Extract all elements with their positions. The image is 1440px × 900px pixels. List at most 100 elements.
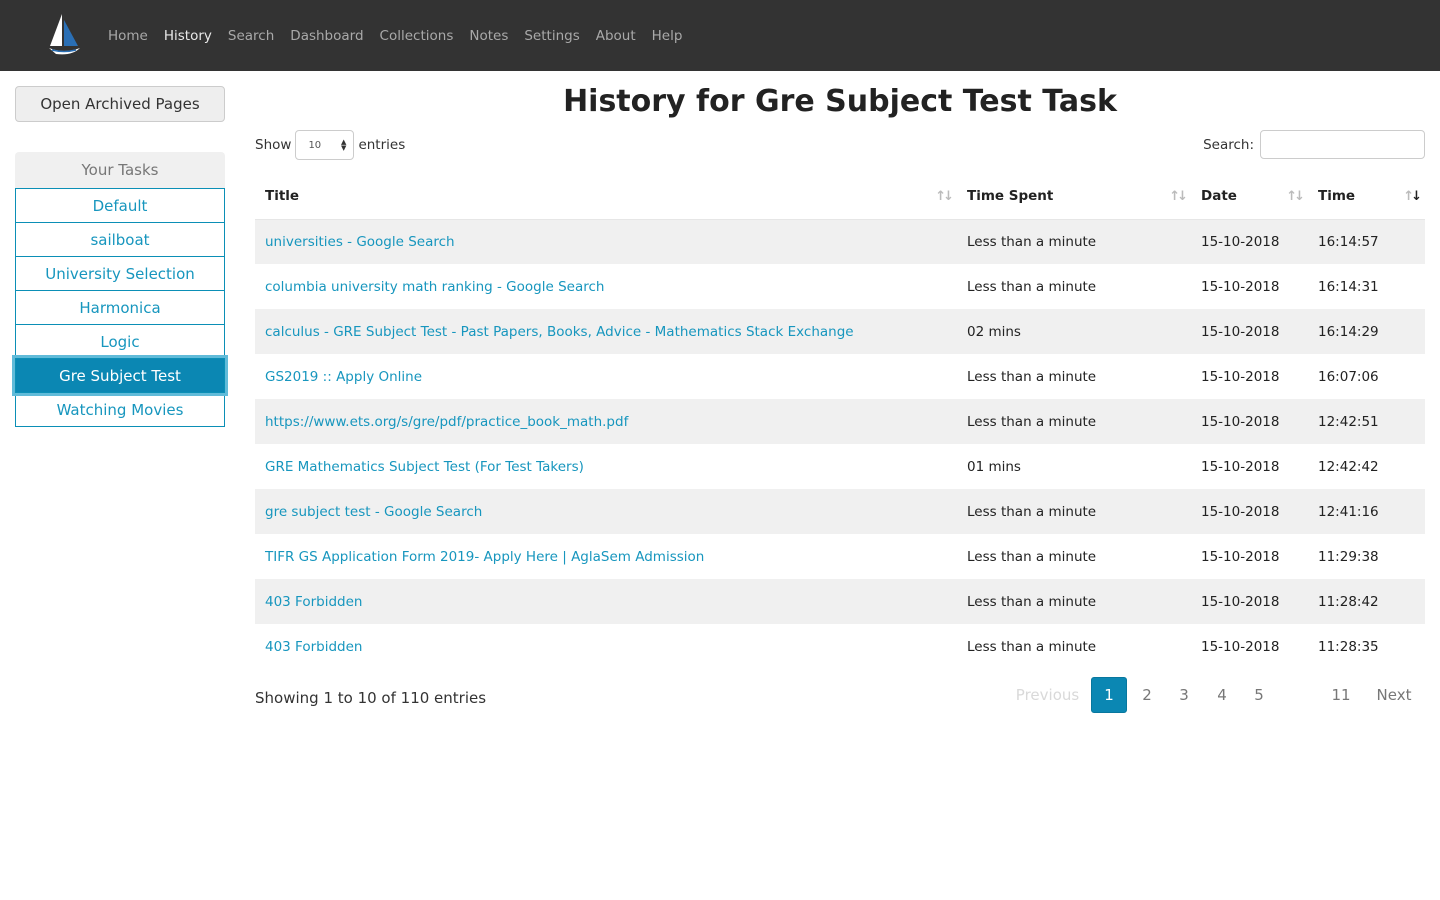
task-item-logic[interactable]: Logic — [15, 324, 225, 359]
table-row: calculus - GRE Subject Test - Past Paper… — [255, 309, 1425, 354]
date-cell: 15-10-2018 — [1191, 579, 1308, 624]
sort-descending-icon: ↑↓ — [1403, 189, 1422, 204]
time-cell: 12:42:51 — [1308, 399, 1425, 444]
time-cell: 12:42:42 — [1318, 458, 1379, 475]
nav-home[interactable]: Home — [100, 28, 156, 44]
sort-icon: ↑↓ — [935, 189, 954, 204]
time-spent-cell: Less than a minute — [967, 638, 1097, 655]
page-title-link[interactable]: universities - Google Search — [255, 219, 957, 264]
search-label: Search: — [1203, 136, 1254, 153]
table-row: TIFR GS Application Form 2019- Apply Her… — [255, 534, 1425, 579]
time-cell: 11:28:42 — [1308, 579, 1425, 624]
pagination-page-2[interactable]: 2 — [1129, 677, 1165, 713]
page-title-link[interactable]: https://www.ets.org/s/gre/pdf/practice_b… — [255, 399, 957, 444]
table-info: Showing 1 to 10 of 110 entries — [255, 689, 487, 707]
table-row: columbia university math ranking - Googl… — [255, 264, 1425, 309]
page-title-link[interactable]: 403 Forbidden — [255, 579, 957, 624]
date-cell: 15-10-2018 — [1191, 309, 1308, 354]
pagination-page-1[interactable]: 1 — [1091, 677, 1127, 713]
nav-notes[interactable]: Notes — [461, 28, 516, 44]
table-body: universities - Google Search Less than a… — [255, 219, 1425, 669]
time-spent-cell: Less than a minute — [957, 219, 1191, 264]
sort-icon: ↑↓ — [1286, 189, 1305, 204]
pagination-next[interactable]: Next — [1370, 677, 1418, 713]
table-row: 403 Forbidden Less than a minute 15-10-2… — [255, 579, 1425, 624]
table-header-row: Title ↑↓ Time Spent ↑↓ Date ↑↓ Time ↑↓ — [255, 174, 1425, 220]
pagination-page-3[interactable]: 3 — [1166, 677, 1202, 713]
time-spent-cell: Less than a minute — [957, 489, 1191, 534]
nav-about[interactable]: About — [588, 28, 644, 44]
page-title-link[interactable]: calculus - GRE Subject Test - Past Paper… — [255, 309, 957, 354]
time-spent-cell: Less than a minute — [957, 579, 1191, 624]
page-title-link[interactable]: columbia university math ranking - Googl… — [255, 264, 957, 309]
column-header-date[interactable]: Date ↑↓ — [1191, 174, 1308, 220]
date-cell: 15-10-2018 — [1201, 548, 1280, 565]
time-cell: 16:14:29 — [1308, 309, 1425, 354]
table-row: https://www.ets.org/s/gre/pdf/practice_b… — [255, 399, 1425, 444]
date-cell: 15-10-2018 — [1191, 219, 1308, 264]
pagination-previous[interactable]: Previous — [1010, 677, 1085, 713]
pagination-page-4[interactable]: 4 — [1204, 677, 1240, 713]
page-title-link[interactable]: TIFR GS Application Form 2019- Apply Her… — [255, 534, 957, 579]
task-item-university-selection[interactable]: University Selection — [15, 256, 225, 291]
entries-label: entries — [358, 137, 406, 153]
time-spent-cell: Less than a minute — [957, 399, 1191, 444]
nav-dashboard[interactable]: Dashboard — [282, 28, 371, 44]
column-header-time-spent[interactable]: Time Spent ↑↓ — [957, 174, 1191, 220]
table-row: 403 Forbidden Less than a minute 15-10-2… — [255, 624, 1425, 669]
time-spent-cell: Less than a minute — [967, 368, 1097, 385]
pagination-page-11[interactable]: 11 — [1322, 677, 1360, 713]
task-item-watching-movies[interactable]: Watching Movies — [15, 392, 225, 427]
nav-settings[interactable]: Settings — [516, 28, 587, 44]
time-spent-cell: Less than a minute — [967, 278, 1097, 295]
table-row: GRE Mathematics Subject Test (For Test T… — [255, 444, 1425, 489]
search-input[interactable] — [1260, 130, 1425, 159]
time-cell: 16:14:31 — [1318, 278, 1379, 295]
your-tasks-header: Your Tasks — [15, 152, 225, 188]
time-spent-cell: 01 mins — [967, 458, 1021, 475]
sailboat-logo-icon[interactable] — [46, 12, 82, 56]
page-title: History for Gre Subject Test Task — [563, 84, 1117, 119]
page-title-link[interactable]: gre subject test - Google Search — [255, 489, 957, 534]
task-list: Default sailboat University Selection Ha… — [15, 188, 225, 427]
date-cell: 15-10-2018 — [1191, 489, 1308, 534]
task-item-gre-subject-test[interactable]: Gre Subject Test — [15, 358, 225, 393]
top-navbar: Home History Search Dashboard Collection… — [0, 0, 1440, 71]
select-arrows-icon: ▲ ▼ — [341, 138, 347, 152]
nav-history[interactable]: History — [156, 28, 220, 44]
table-row: gre subject test - Google Search Less th… — [255, 489, 1425, 534]
nav-help[interactable]: Help — [644, 28, 691, 44]
date-cell: 15-10-2018 — [1201, 458, 1280, 475]
date-cell: 15-10-2018 — [1201, 638, 1280, 655]
task-item-default[interactable]: Default — [15, 188, 225, 223]
nav-collections[interactable]: Collections — [372, 28, 462, 44]
column-header-title[interactable]: Title ↑↓ — [255, 174, 957, 220]
table-row: universities - Google Search Less than a… — [255, 219, 1425, 264]
show-label: Show — [255, 137, 292, 153]
entries-select-value: 10 — [308, 139, 322, 151]
time-cell: 11:29:38 — [1318, 548, 1379, 565]
entries-per-page-select[interactable]: 10 ▲ ▼ — [295, 130, 355, 160]
pagination-ellipsis: … — [1290, 686, 1306, 704]
page-title-link[interactable]: GRE Mathematics Subject Test (For Test T… — [255, 444, 957, 489]
column-header-time[interactable]: Time ↑↓ — [1308, 174, 1425, 220]
open-archived-pages-button[interactable]: Open Archived Pages — [15, 86, 225, 122]
time-cell: 12:41:16 — [1308, 489, 1425, 534]
date-cell: 15-10-2018 — [1201, 368, 1280, 385]
time-spent-cell: 02 mins — [957, 309, 1191, 354]
time-spent-cell: Less than a minute — [967, 548, 1097, 565]
nav-search[interactable]: Search — [220, 28, 282, 44]
sort-icon: ↑↓ — [1169, 189, 1188, 204]
task-item-harmonica[interactable]: Harmonica — [15, 290, 225, 325]
date-cell: 15-10-2018 — [1201, 278, 1280, 295]
entries-length-control: Show 10 ▲ ▼ entries — [255, 130, 405, 160]
table-search: Search: — [1203, 130, 1425, 159]
page-title-link[interactable]: 403 Forbidden — [255, 624, 957, 669]
page-title-link[interactable]: GS2019 :: Apply Online — [255, 354, 957, 399]
time-cell: 16:14:57 — [1308, 219, 1425, 264]
pagination-page-5[interactable]: 5 — [1241, 677, 1277, 713]
time-cell: 16:07:06 — [1318, 368, 1379, 385]
nav-links: Home History Search Dashboard Collection… — [100, 0, 690, 71]
task-item-sailboat[interactable]: sailboat — [15, 222, 225, 257]
table-row: GS2019 :: Apply Online Less than a minut… — [255, 354, 1425, 399]
